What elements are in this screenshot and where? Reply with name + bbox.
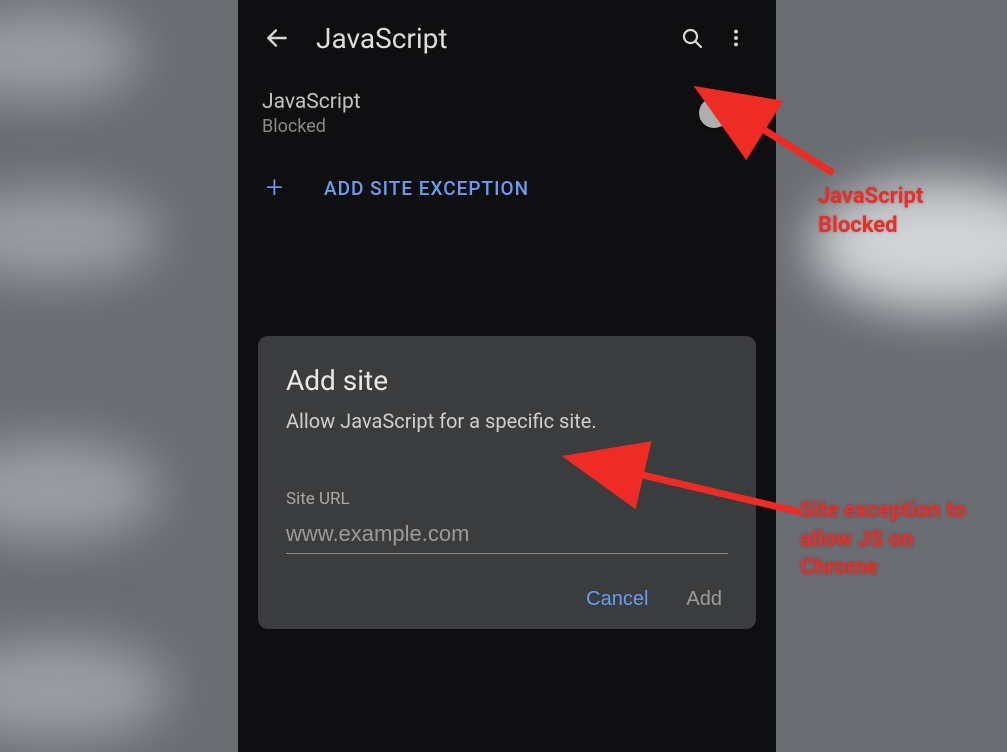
annotation-label: JavaScript Blocked [818,183,923,240]
annotation-arrow-icon [615,452,815,532]
setting-title: JavaScript [262,90,702,114]
phone-frame: JavaScript JavaScript Blocked + ADD SITE… [238,0,776,752]
annotation-arrow-icon [738,108,858,188]
dialog-description: Allow JavaScript for a specific site. [286,409,728,433]
dialog-actions: Cancel Add [286,588,728,611]
cancel-button[interactable]: Cancel [586,588,648,611]
background-blob [0,190,160,280]
page-title: JavaScript [316,22,670,55]
add-exception-label: ADD SITE EXCEPTION [324,177,529,200]
javascript-setting-row[interactable]: JavaScript Blocked [238,76,776,147]
annotation-label: Site exception to allow JS on Chrome [800,497,966,583]
toggle-knob [699,98,729,128]
setting-text: JavaScript Blocked [262,90,702,137]
background-blob [0,440,160,540]
add-site-exception-button[interactable]: + ADD SITE EXCEPTION [238,147,776,229]
toolbar: JavaScript [238,0,776,76]
plus-icon: + [262,173,310,203]
background-blob [0,10,140,100]
setting-status: Blocked [262,116,702,137]
add-button[interactable]: Add [686,588,722,611]
more-menu-button[interactable] [714,16,758,60]
back-button[interactable] [256,17,298,59]
background-blob [0,640,170,740]
search-button[interactable] [670,16,714,60]
dialog-title: Add site [286,364,728,397]
